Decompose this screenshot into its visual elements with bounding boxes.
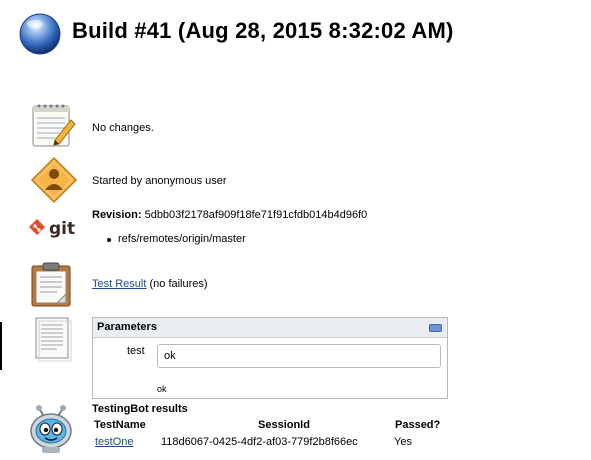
user-diamond-icon [30,156,78,204]
parameter-description: ok [157,384,167,394]
revision-label: Revision: [92,209,142,221]
revision-hash: 5dbb03f2178af909f18fe71f91cfdb014b4d96f0 [144,209,368,221]
clipboard-icon [31,262,71,307]
test-name-link[interactable]: testOne [95,436,134,448]
notepad-icon [32,104,76,147]
test-result-suffix: (no failures) [149,278,208,290]
parameter-name: test [127,345,145,357]
parameters-header: Parameters [93,318,447,338]
cause-text: Started by anonymous user [92,175,227,187]
left-divider [0,322,2,370]
test-result-line: Test Result (no failures) [92,278,208,290]
testingbot-robot-icon [30,405,72,453]
page-title: Build #41 (Aug 28, 2015 8:32:02 AM) [72,18,454,43]
collapse-icon[interactable] [429,324,442,332]
testingbot-title: TestingBot results [92,403,188,415]
changes-text: No changes. [92,122,154,134]
parameters-panel: Parameters test ok ok [92,317,448,399]
column-header-testname: TestName [94,419,146,431]
session-id: 118d6067-0425-4df2-af03-779f2b8f66ec [161,436,358,448]
parameter-value-field[interactable]: ok [157,344,441,368]
column-header-sessionid: SessionId [258,419,310,431]
git-icon-label: git [49,219,75,239]
branch-item: refs/remotes/origin/master [107,233,246,245]
document-icon [35,317,72,362]
build-status-ball-icon [19,13,61,55]
git-icon: git [28,218,80,242]
parameters-title: Parameters [97,321,157,333]
passed-value: Yes [394,436,412,448]
revision-line: Revision: 5dbb03f2178af909f18fe71f91cfdb… [92,209,367,221]
column-header-passed: Passed? [395,419,441,431]
test-result-link[interactable]: Test Result [92,278,146,290]
